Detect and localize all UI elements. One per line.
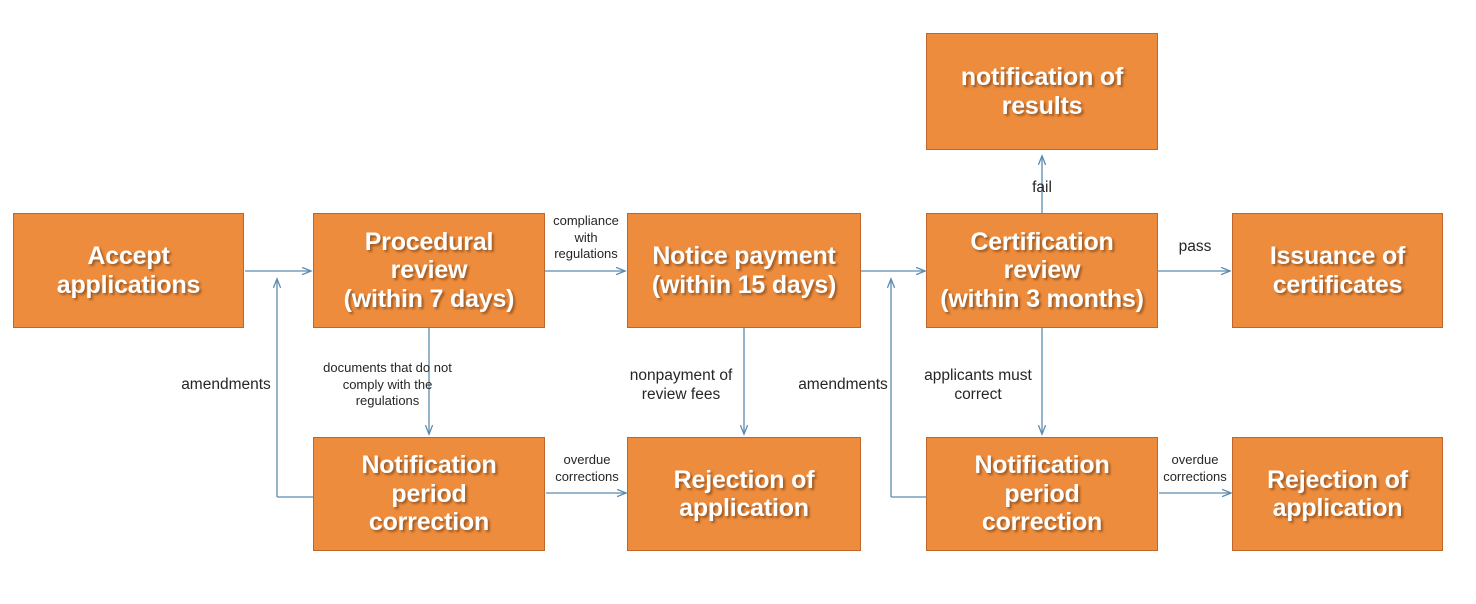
node-label: Accept applications (56, 242, 201, 299)
node-notice-payment[interactable]: Notice payment (within 15 days) (627, 213, 861, 328)
node-label: Notification period correction (974, 451, 1110, 537)
node-notification-period-correction-2[interactable]: Notification period correction (926, 437, 1158, 551)
edge-label-overdue-corrections-1: overdue corrections (555, 452, 619, 484)
node-issuance-of-certificates[interactable]: Issuance of certificates (1232, 213, 1443, 328)
node-certification-review[interactable]: Certification review (within 3 months) (926, 213, 1158, 328)
node-accept-applications[interactable]: Accept applications (13, 213, 244, 328)
node-notification-of-results[interactable]: notification of results (926, 33, 1158, 150)
edge-label-amendments-1: amendments (181, 376, 271, 393)
node-rejection-of-application-2[interactable]: Rejection of application (1232, 437, 1443, 551)
edge-label-compliance-with-regulations: compliance with regulations (553, 213, 619, 261)
node-label: Notification period correction (361, 451, 497, 537)
edge-label-amendments-2: amendments (798, 376, 888, 393)
edge-label-applicants-must-correct: applicants must correct (924, 367, 1032, 404)
node-procedural-review[interactable]: Procedural review (within 7 days) (313, 213, 545, 328)
node-label: Certification review (within 3 months) (940, 227, 1144, 313)
edge-label-overdue-corrections-2: overdue corrections (1163, 452, 1227, 484)
edge-label-documents-not-compliant: documents that do not comply with the re… (323, 360, 452, 408)
edge-label-fail: fail (1032, 179, 1052, 196)
node-notification-period-correction-1[interactable]: Notification period correction (313, 437, 545, 551)
node-label: Rejection of application (1267, 465, 1408, 523)
node-label: Rejection of application (673, 465, 815, 523)
edge-label-nonpayment-of-review-fees: nonpayment of review fees (629, 367, 733, 404)
node-label: Procedural review (within 7 days) (343, 227, 515, 313)
node-rejection-of-application-1[interactable]: Rejection of application (627, 437, 861, 551)
node-label: notification of results (960, 63, 1124, 120)
node-label: Issuance of certificates (1269, 242, 1406, 299)
flowchart-canvas: Accept applications Procedural review (with… (0, 0, 1476, 604)
node-label: Notice payment (within 15 days) (651, 242, 837, 299)
edge-label-pass: pass (1178, 238, 1212, 255)
